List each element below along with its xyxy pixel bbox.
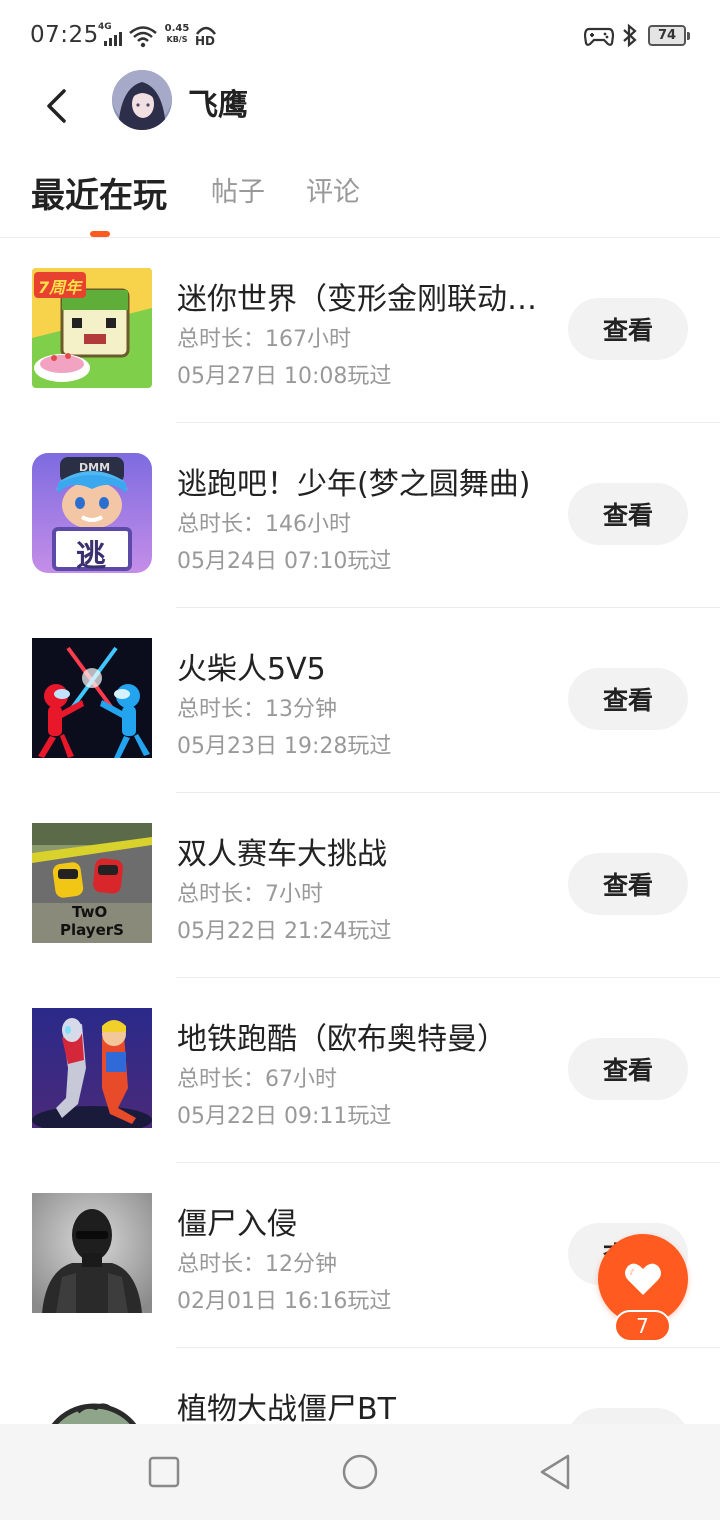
home-button[interactable] — [340, 1452, 380, 1492]
wifi-icon — [129, 26, 157, 48]
game-row[interactable]: 火柴人5V5 总时长：13分钟 05月23日 19:28玩过 查看 — [0, 608, 720, 793]
game-icon-zombie-invasion[interactable] — [32, 1193, 152, 1313]
game-icon-badge: 逃 — [76, 539, 106, 573]
tab-posts[interactable]: 帖子 — [211, 170, 265, 209]
tab-active-indicator — [90, 231, 110, 237]
game-last-played: 05月27日 10:08玩过 — [177, 364, 392, 389]
game-name: 迷你世界（变形金刚联动… — [177, 282, 537, 317]
game-icon-text: PlayerS — [60, 921, 124, 939]
triangle-back-icon — [540, 1454, 570, 1490]
game-row[interactable]: 植物大战僵尸BT 查看 — [0, 1348, 720, 1424]
recent-apps-button[interactable] — [144, 1452, 184, 1492]
game-name: 地铁跑酷（欧布奥特曼） — [177, 1022, 507, 1057]
game-last-played: 05月22日 09:11玩过 — [177, 1104, 392, 1129]
game-name: 植物大战僵尸BT — [177, 1392, 396, 1424]
game-name: 双人赛车大挑战 — [177, 837, 387, 872]
back-nav-button[interactable] — [536, 1452, 576, 1492]
game-row[interactable]: DMM 逃 逃跑吧！少年(梦之圆舞曲) 总时长：146小时 05月24日 07:… — [0, 423, 720, 608]
profile-tabs: 最近在玩 帖子 评论 — [0, 150, 720, 238]
view-button[interactable]: 查看 — [568, 483, 688, 545]
game-icon-two-player-racing[interactable]: TwO PlayerS — [32, 823, 152, 943]
game-duration: 总时长：12分钟 — [177, 1252, 337, 1277]
status-bar: 07:25 4G 0.45 KB/S HD 74 — [0, 0, 720, 76]
hd-call-icon: HD — [194, 24, 218, 48]
network-speed: 0.45 KB/S — [164, 23, 190, 44]
game-row[interactable]: 7周年 迷你世界（变形金刚联动… 总时长：167小时 05月27日 10:08玩… — [0, 238, 720, 423]
avatar[interactable] — [112, 70, 172, 130]
game-duration: 总时长：67小时 — [177, 1067, 337, 1092]
game-duration: 总时长：13分钟 — [177, 697, 337, 722]
view-button[interactable]: 查看 — [568, 668, 688, 730]
game-last-played: 02月01日 16:16玩过 — [177, 1289, 392, 1314]
game-icon-plants-vs-zombies[interactable] — [32, 1378, 152, 1424]
network-type: 4G — [98, 22, 112, 32]
like-count: 7 — [614, 1310, 671, 1342]
circle-icon — [342, 1454, 378, 1490]
cellular-signal-icon: 4G — [98, 22, 124, 48]
status-time: 07:25 — [30, 22, 99, 48]
system-nav-bar — [0, 1424, 720, 1520]
view-button[interactable]: 查看 — [568, 1408, 688, 1424]
view-button[interactable]: 查看 — [568, 1038, 688, 1100]
game-name: 僵尸入侵 — [177, 1207, 297, 1242]
game-last-played: 05月24日 07:10玩过 — [177, 549, 392, 574]
profile-header: 飞鹰 — [0, 66, 720, 138]
game-icon-subway-surfers[interactable] — [32, 1008, 152, 1128]
tab-recently-played[interactable]: 最近在玩 — [31, 168, 167, 217]
username: 飞鹰 — [188, 88, 248, 123]
game-icon-text: TwO — [72, 903, 108, 921]
game-duration: 总时长：7小时 — [177, 882, 323, 907]
chevron-left-icon — [47, 89, 66, 123]
gamepad-icon — [584, 27, 614, 46]
game-icon-mini-world[interactable]: 7周年 — [32, 268, 152, 388]
square-icon — [148, 1456, 180, 1488]
battery-level: 74 — [657, 28, 677, 43]
view-button[interactable]: 查看 — [568, 853, 688, 915]
game-icon-cap-text: DMM — [79, 461, 111, 474]
heart-icon — [625, 1263, 661, 1295]
battery-icon: 74 — [648, 25, 690, 46]
tab-comments[interactable]: 评论 — [306, 170, 360, 209]
view-button[interactable]: 查看 — [568, 298, 688, 360]
game-last-played: 05月22日 21:24玩过 — [177, 919, 392, 944]
game-icon-stickman[interactable] — [32, 638, 152, 758]
game-duration: 总时长：167小时 — [177, 327, 351, 352]
game-row[interactable]: 地铁跑酷（欧布奥特曼） 总时长：67小时 05月22日 09:11玩过 查看 — [0, 978, 720, 1163]
back-button[interactable] — [30, 80, 82, 132]
game-icon-escape-boy[interactable]: DMM 逃 — [32, 453, 152, 573]
game-row[interactable]: TwO PlayerS 双人赛车大挑战 总时长：7小时 05月22日 21:24… — [0, 793, 720, 978]
game-duration: 总时长：146小时 — [177, 512, 351, 537]
bluetooth-icon — [623, 23, 637, 48]
game-last-played: 05月23日 19:28玩过 — [177, 734, 392, 759]
game-icon-badge: 7周年 — [38, 278, 82, 297]
game-name: 逃跑吧！少年(梦之圆舞曲) — [177, 467, 531, 502]
game-name: 火柴人5V5 — [177, 652, 326, 687]
